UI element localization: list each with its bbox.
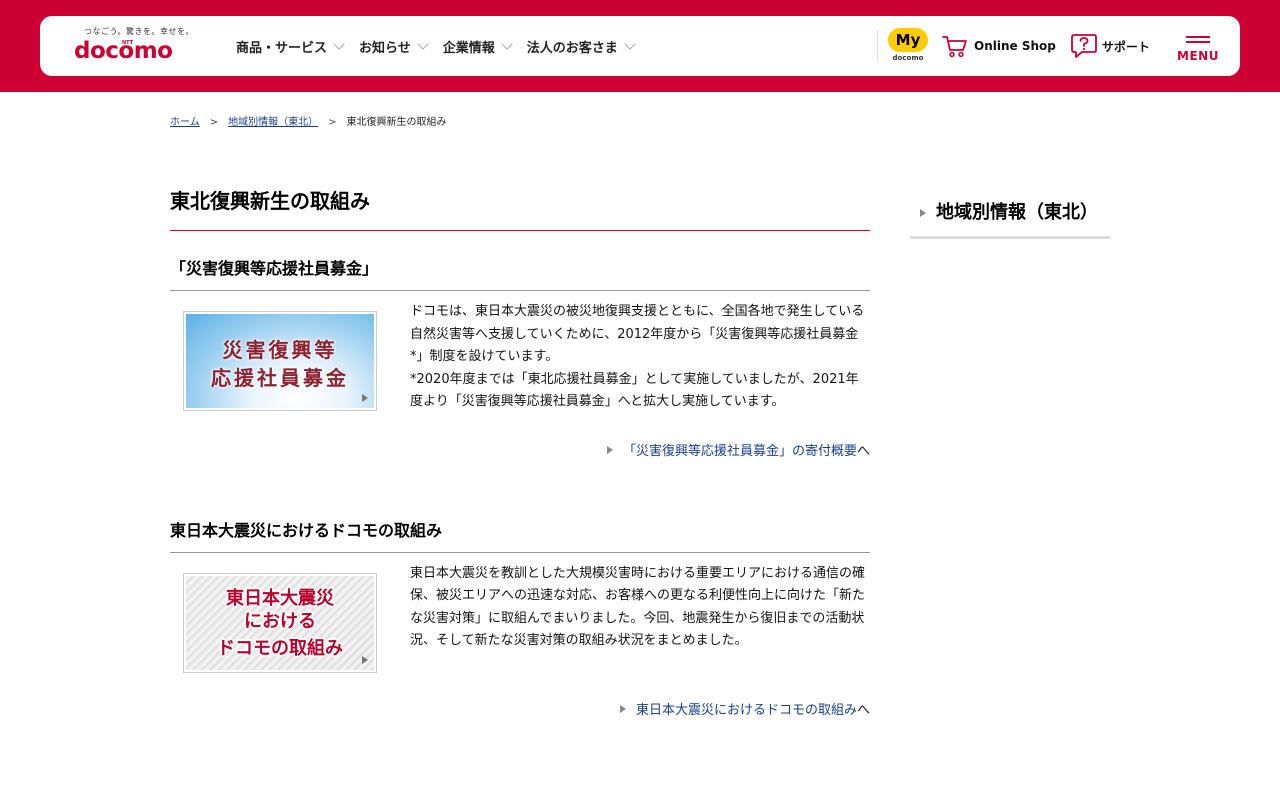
chevron-down-icon bbox=[501, 37, 513, 50]
global-nav: 商品・サービス お知らせ 企業情報 法人のお客さま bbox=[236, 16, 650, 76]
link-suffix: へ bbox=[856, 443, 870, 459]
sidebar-title: 地域別情報（東北） bbox=[936, 202, 1098, 223]
nav-corporate-info[interactable]: 企業情報 bbox=[442, 37, 513, 56]
my-docomo-icon: My bbox=[888, 28, 928, 52]
menu-button[interactable]: MENU bbox=[1176, 30, 1220, 66]
hamburger-icon bbox=[1186, 36, 1210, 38]
nav-label: 企業情報 bbox=[442, 40, 495, 56]
divider bbox=[877, 30, 878, 62]
fund-note: *2020年度までは「東北応援社員募金」として実施していましたが、2021年度よ… bbox=[410, 371, 859, 410]
online-shop-link[interactable]: Online Shop bbox=[942, 34, 1056, 58]
section-body-fund: 災害復興等 応援社員募金 ドコモは、東日本大震災の被災地復興支援とともに、全国各… bbox=[170, 291, 870, 414]
disaster-link[interactable]: 東日本大震災におけるドコモの取組み bbox=[636, 703, 857, 718]
play-arrow-icon bbox=[362, 394, 368, 402]
utility-nav: My docomo Online Shop サポート bbox=[877, 16, 1150, 76]
nav-business-customers[interactable]: 法人のお客さま bbox=[526, 37, 636, 56]
fund-banner-line2: 応援社員募金 bbox=[211, 366, 349, 390]
chevron-down-icon bbox=[417, 37, 429, 50]
section-title-fund: 「災害復興等応援社員募金」 bbox=[170, 231, 870, 291]
arrow-right-icon bbox=[920, 209, 926, 217]
nav-label: 商品・サービス bbox=[236, 40, 328, 56]
fund-banner[interactable]: 災害復興等 応援社員募金 bbox=[183, 311, 377, 411]
docomo-wordmark: docomo bbox=[74, 38, 173, 64]
sidebar-region-link[interactable]: 地域別情報（東北） bbox=[910, 200, 1110, 239]
menu-label: MENU bbox=[1177, 49, 1219, 63]
disaster-banner-image: 東日本大震災 における ドコモの取組み bbox=[186, 575, 374, 670]
fund-text: ドコモは、東日本大震災の被災地復興支援とともに、全国各地で発生している自然災害等… bbox=[410, 304, 865, 364]
fund-more: 「災害復興等応援社員募金」の寄付概要へ bbox=[170, 440, 870, 459]
breadcrumb-separator: > bbox=[209, 117, 219, 128]
breadcrumb: ホーム > 地域別情報（東北） > 東北復興新生の取組み bbox=[170, 113, 446, 128]
chevron-down-icon bbox=[333, 37, 345, 50]
disaster-banner-line2: における bbox=[244, 610, 316, 632]
arrow-right-icon bbox=[606, 445, 613, 454]
cart-icon bbox=[942, 36, 967, 58]
brand-tagline: つなごう。驚きを。幸せを。 bbox=[84, 27, 195, 36]
disaster-banner-line3: ドコモの取組み bbox=[217, 637, 343, 659]
my-docomo-button[interactable]: My docomo bbox=[888, 28, 928, 64]
support-link[interactable]: サポート bbox=[1070, 33, 1150, 59]
fund-banner-line1: 災害復興等 bbox=[222, 338, 338, 362]
online-shop-label: Online Shop bbox=[974, 39, 1056, 53]
nav-label: お知らせ bbox=[359, 40, 411, 56]
breadcrumb-separator: > bbox=[328, 117, 337, 128]
global-header: つなごう。驚きを。幸せを。 NTT docomo 商品・サービス お知らせ 企業… bbox=[40, 16, 1240, 76]
link-suffix: へ bbox=[856, 702, 870, 718]
my-docomo-sub: docomo bbox=[892, 54, 924, 62]
docomo-logo[interactable]: つなごう。驚きを。幸せを。 NTT docomo bbox=[74, 24, 204, 68]
fund-description: ドコモは、東日本大震災の被災地復興支援とともに、全国各地で発生している自然災害等… bbox=[410, 301, 870, 414]
disaster-description: 東日本大震災を教訓とした大規模災害時における重要エリアにおける通信の確保、被災エ… bbox=[410, 563, 870, 673]
fund-banner-image: 災害復興等 応援社員募金 bbox=[186, 314, 374, 408]
section-title-disaster: 東日本大震災におけるドコモの取組み bbox=[170, 517, 870, 553]
disaster-text: 東日本大震災を教訓とした大規模災害時における重要エリアにおける通信の確保、被災エ… bbox=[410, 565, 866, 649]
main-content: 東北復興新生の取組み 「災害復興等応援社員募金」 災害復興等 応援社員募金 ドコ… bbox=[170, 185, 870, 718]
page-title: 東北復興新生の取組み bbox=[170, 185, 870, 231]
nav-products-services[interactable]: 商品・サービス bbox=[236, 37, 345, 56]
hamburger-icon-bar bbox=[1186, 41, 1210, 43]
play-arrow-icon bbox=[362, 655, 368, 664]
sidebar: 地域別情報（東北） bbox=[910, 200, 1110, 239]
disaster-more: 東日本大震災におけるドコモの取組みへ bbox=[170, 699, 870, 718]
arrow-right-icon bbox=[619, 704, 626, 713]
section-body-disaster: 東日本大震災 における ドコモの取組み 東日本大震災を教訓とした大規模災害時にお… bbox=[170, 553, 870, 673]
nav-label: 法人のお客さま bbox=[526, 40, 618, 56]
chevron-down-icon bbox=[624, 37, 636, 50]
breadcrumb-home[interactable]: ホーム bbox=[170, 117, 200, 128]
fund-link[interactable]: 「災害復興等応援社員募金」の寄付概要 bbox=[623, 444, 857, 459]
breadcrumb-region[interactable]: 地域別情報（東北） bbox=[228, 117, 318, 128]
breadcrumb-current: 東北復興新生の取組み bbox=[346, 117, 447, 128]
support-label: サポート bbox=[1101, 39, 1150, 54]
question-icon bbox=[1070, 34, 1097, 58]
disaster-banner[interactable]: 東日本大震災 における ドコモの取組み bbox=[183, 572, 377, 673]
nav-news[interactable]: お知らせ bbox=[359, 37, 429, 56]
